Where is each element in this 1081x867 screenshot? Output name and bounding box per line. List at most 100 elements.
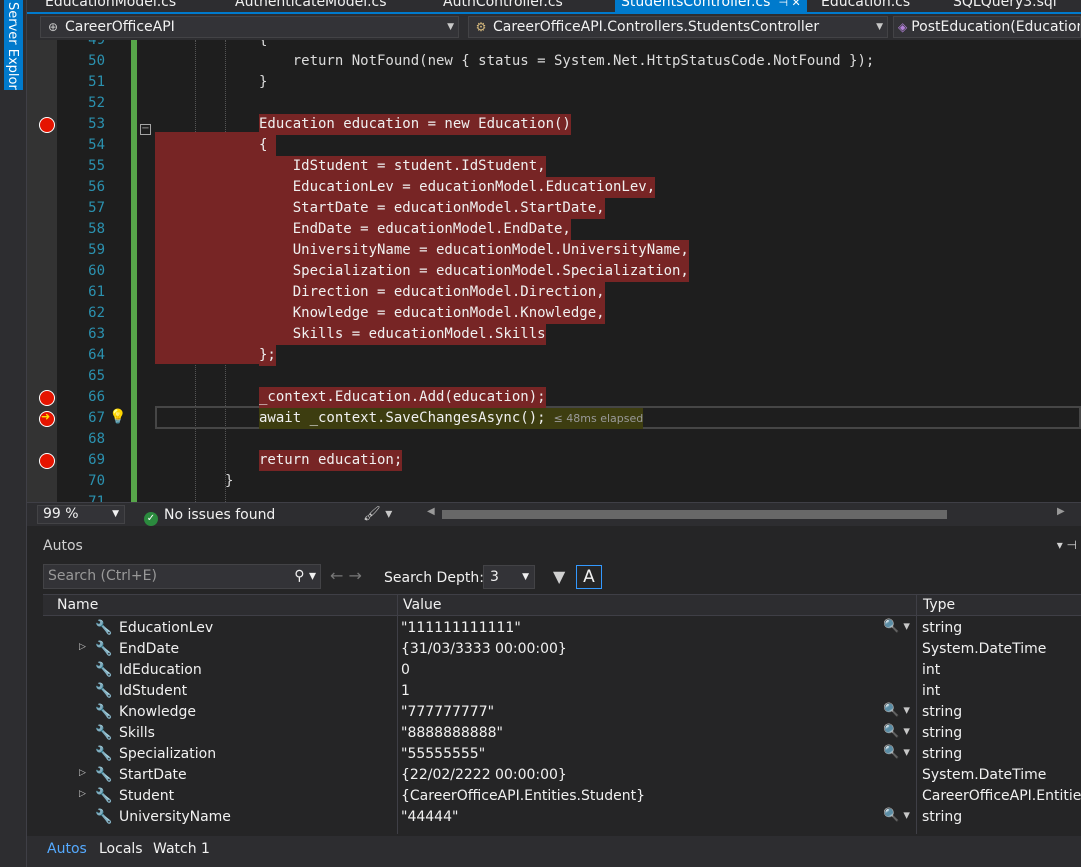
navigation-bar: ⊕ CareerOfficeAPI ▼ ⚙ CareerOfficeAPI.Co… — [27, 14, 1081, 40]
filter-icon[interactable]: ▼ — [553, 567, 565, 586]
horizontal-scrollbar[interactable]: ◀ ▶ — [425, 506, 1069, 520]
checkmark-icon: ✓ — [144, 512, 158, 526]
visualizer-icon[interactable]: 🔍 ▾ — [883, 703, 910, 718]
visualizer-icon[interactable]: 🔍 ▾ — [883, 808, 910, 823]
code-line: 69 return education; — [27, 450, 1081, 471]
search-depth-dropdown[interactable]: 3 ▼ — [483, 565, 535, 589]
search-input[interactable]: Search (Ctrl+E) ⚲ ▾ — [43, 564, 321, 589]
table-row[interactable]: 🔧 Knowledge "777777777" 🔍 ▾ string — [43, 703, 1081, 724]
col-header-name[interactable]: Name — [57, 597, 98, 613]
zoom-dropdown[interactable]: 99 % ▼ — [37, 505, 125, 524]
tab-educationmodel[interactable]: EducationModel.cs — [45, 0, 176, 12]
col-header-type[interactable]: Type — [923, 597, 955, 613]
method-icon: ◈ — [898, 20, 908, 34]
server-explorer-tab[interactable]: Server Explorer — [4, 0, 23, 90]
expand-arrow-icon[interactable]: ▷ — [79, 642, 86, 652]
visualizer-icon[interactable]: 🔍 ▾ — [883, 724, 910, 739]
property-icon: 🔧 — [95, 662, 113, 678]
code-editor[interactable]: 49 { 50 return NotFound(new { status = S… — [27, 40, 1081, 502]
breakpoint-icon[interactable] — [39, 390, 55, 406]
expand-arrow-icon[interactable]: ▷ — [79, 768, 86, 778]
scroll-right-icon[interactable]: ▶ — [1057, 506, 1065, 517]
code-line: 71 — [88, 494, 105, 502]
visualizer-icon[interactable]: 🔍 ▾ — [883, 745, 910, 760]
tab-locals[interactable]: Locals — [99, 841, 143, 857]
autos-panel: Autos ▾ ⊣ Search (Ctrl+E) ⚲ ▾ ← → Search… — [27, 526, 1081, 867]
table-row[interactable]: ▷ 🔧 EndDate {31/03/3333 00:00:00} System… — [43, 640, 1081, 661]
lightbulb-icon[interactable]: 💡 — [109, 409, 126, 425]
code-line: 51 } — [88, 74, 268, 90]
tab-autos[interactable]: Autos — [47, 841, 87, 857]
debug-window-tabs: Autos Locals Watch 1 — [27, 836, 1081, 867]
search-depth-label: Search Depth: — [384, 570, 484, 586]
table-row[interactable]: 🔧 IdStudent 1 int — [43, 682, 1081, 703]
code-line: 63 Skills = educationModel.Skills — [27, 324, 1081, 345]
code-line-current: 67 💡 await _context.SaveChangesAsync();≤… — [27, 408, 1081, 429]
code-line: 57 StartDate = educationModel.StartDate, — [27, 198, 1081, 219]
collapse-toggle-icon[interactable]: − — [140, 124, 151, 135]
property-icon: 🔧 — [95, 809, 113, 825]
property-icon: 🔧 — [95, 641, 113, 657]
code-line: 62 Knowledge = educationModel.Knowledge, — [27, 303, 1081, 324]
chevron-down-icon: ▼ — [876, 22, 883, 32]
tab-education[interactable]: Education.cs — [821, 0, 910, 12]
property-icon: 🔧 — [95, 704, 113, 720]
table-row[interactable]: 🔧 EducationLev "111111111111" 🔍 ▾ string — [43, 619, 1081, 640]
panel-pin-icon[interactable]: ▾ ⊣ — [1057, 538, 1077, 552]
current-statement-breakpoint-icon[interactable] — [39, 410, 55, 427]
breakpoint-icon[interactable] — [39, 453, 55, 469]
code-line: 54 { — [27, 135, 1081, 156]
code-line: 61 Direction = educationModel.Direction, — [27, 282, 1081, 303]
tab-watch1[interactable]: Watch 1 — [153, 841, 210, 857]
code-line: 66 _context.Education.Add(education); — [27, 387, 1081, 408]
code-line: 53 Education education = new Education() — [27, 114, 1081, 135]
search-nav-arrows[interactable]: ← → — [330, 566, 362, 585]
table-row[interactable]: 🔧 UniversityName "44444" 🔍 ▾ string — [43, 808, 1081, 829]
scrollbar-thumb[interactable] — [442, 510, 947, 519]
table-row[interactable]: 🔧 IdEducation 0 int — [43, 661, 1081, 682]
chevron-down-icon: ▼ — [447, 22, 454, 32]
expand-arrow-icon[interactable]: ▷ — [79, 789, 86, 799]
tab-studentscontroller[interactable]: StudentsController.cs ⊣ ✕ — [615, 0, 807, 12]
table-row[interactable]: ▷ 🔧 Student {CareerOfficeAPI.Entities.St… — [43, 787, 1081, 808]
hex-display-icon[interactable]: A — [576, 565, 602, 589]
search-icon[interactable]: ⚲ ▾ — [294, 565, 316, 588]
code-line: 52 — [88, 95, 105, 111]
code-line: 56 EducationLev = educationModel.Educati… — [27, 177, 1081, 198]
code-return-notfound: return NotFound(new { status = System.Ne… — [259, 53, 875, 69]
document-tabs: EducationModel.cs AuthenticateModel.cs A… — [27, 0, 1081, 14]
code-line: 59 UniversityName = educationModel.Unive… — [27, 240, 1081, 261]
property-icon: 🔧 — [95, 683, 113, 699]
code-line: 64 }; — [27, 345, 1081, 366]
project-icon: ⊕ — [47, 20, 59, 34]
grid-header: Name Value Type — [43, 594, 1081, 616]
breakpoint-icon[interactable] — [39, 117, 55, 133]
chevron-down-icon: ▼ — [522, 572, 529, 582]
visualizer-icon[interactable]: 🔍 ▾ — [883, 619, 910, 634]
tab-authenticatemodel[interactable]: AuthenticateModel.cs — [235, 0, 387, 12]
project-dropdown[interactable]: ⊕ CareerOfficeAPI ▼ — [40, 16, 459, 38]
table-row[interactable]: 🔧 Specialization "55555555" 🔍 ▾ string — [43, 745, 1081, 766]
tab-sqlquery3[interactable]: SQLQuery3.sql — [953, 0, 1057, 12]
editor-status-bar: 99 % ▼ ✓ No issues found 🖌 ▾ ◀ ▶ — [27, 502, 1081, 526]
class-dropdown[interactable]: ⚙ CareerOfficeAPI.Controllers.StudentsCo… — [468, 16, 888, 38]
perf-tip: ≤ 48ms elapsed — [553, 412, 644, 425]
pin-icon[interactable]: ⊣ ✕ — [778, 0, 800, 9]
col-header-value[interactable]: Value — [403, 597, 441, 613]
property-icon: 🔧 — [95, 725, 113, 741]
panel-title: Autos — [43, 538, 83, 554]
scroll-left-icon[interactable]: ◀ — [427, 506, 435, 517]
issues-indicator[interactable]: ✓ No issues found — [144, 506, 275, 526]
table-row[interactable]: ▷ 🔧 StartDate {22/02/2222 00:00:00} Syst… — [43, 766, 1081, 787]
code-line: 58 EndDate = educationModel.EndDate, — [27, 219, 1081, 240]
property-icon: 🔧 — [95, 746, 113, 762]
tab-authcontroller[interactable]: AuthController.cs — [443, 0, 563, 12]
code-line: 55 IdStudent = student.IdStudent, — [27, 156, 1081, 177]
side-tool-strip: Server Explorer — [0, 0, 27, 867]
member-dropdown[interactable]: ◈ PostEducation(Education — [893, 16, 1081, 38]
code-cleanup-icon[interactable]: 🖌 ▾ — [363, 506, 392, 522]
code-line: 70 } — [88, 473, 234, 489]
code-line: 49 { — [88, 40, 268, 48]
property-icon: 🔧 — [95, 767, 113, 783]
table-row[interactable]: 🔧 Skills "8888888888" 🔍 ▾ string — [43, 724, 1081, 745]
